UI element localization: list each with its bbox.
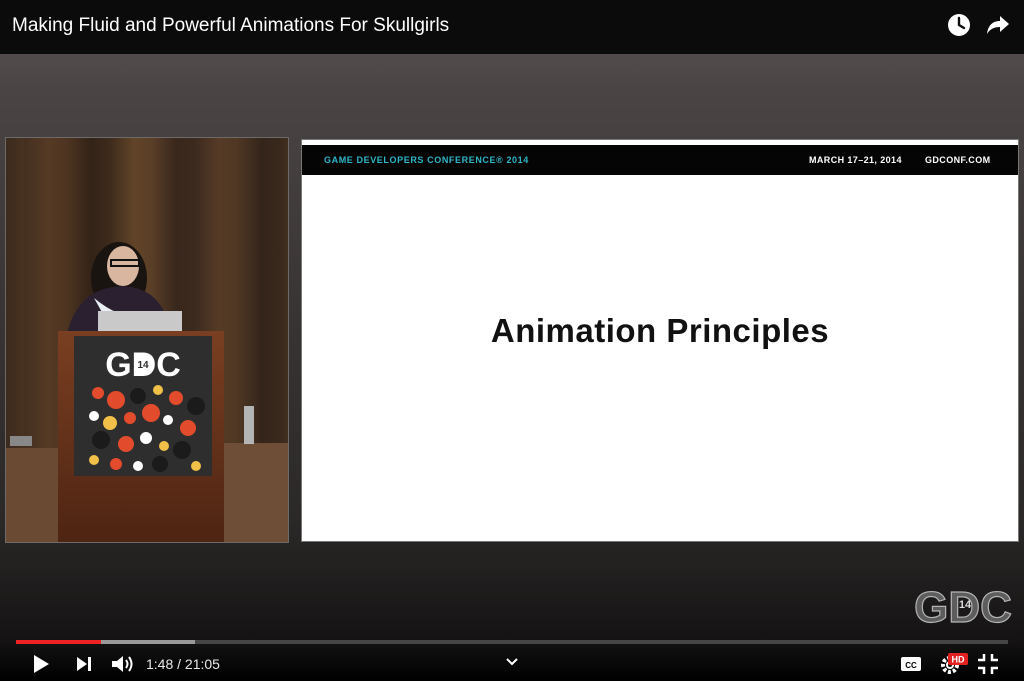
gdc-watermark-logo: GDC 14 <box>914 582 1013 632</box>
captions-icon[interactable]: CC <box>900 655 922 673</box>
top-bar: Making Fluid and Powerful Animations For… <box>0 0 1024 54</box>
slide-title: Animation Principles <box>490 312 830 349</box>
slide-dates: MARCH 17–21, 2014 <box>809 155 902 165</box>
slide-conference-name: GAME DEVELOPERS CONFERENCE® 2014 <box>324 155 529 165</box>
podium-logo-number: 14 <box>137 360 149 371</box>
exit-fullscreen-icon[interactable] <box>977 653 999 675</box>
hd-badge: HD <box>948 653 968 665</box>
next-icon[interactable] <box>74 655 94 673</box>
chevron-down-icon[interactable] <box>505 657 519 667</box>
time-separator: / <box>173 656 185 672</box>
progress-bar[interactable] <box>16 640 1008 644</box>
speaker-scene: GDC 14 <box>6 138 288 542</box>
video-title[interactable]: Making Fluid and Powerful Animations For… <box>12 14 449 38</box>
current-time: 1:48 <box>146 656 174 672</box>
play-icon[interactable] <box>30 654 52 674</box>
slide-header: GAME DEVELOPERS CONFERENCE® 2014 MARCH 1… <box>302 145 1018 175</box>
duration: 21:05 <box>184 656 220 672</box>
slide-website: GDCONF.COM <box>925 155 991 165</box>
svg-text:CC: CC <box>905 661 917 670</box>
progress-played <box>16 640 101 644</box>
share-icon[interactable] <box>985 12 1011 38</box>
time-display: 1:48 / 21:05 <box>146 655 220 673</box>
speaker-video: GDC 14 <box>5 137 289 543</box>
volume-icon[interactable] <box>110 653 136 675</box>
hd-badge-text: HD <box>952 655 965 665</box>
presentation-slide: GAME DEVELOPERS CONFERENCE® 2014 MARCH 1… <box>301 139 1019 542</box>
watermark-number: 14 <box>959 599 972 611</box>
clock-icon[interactable] <box>946 12 972 38</box>
video-player[interactable]: Making Fluid and Powerful Animations For… <box>0 0 1024 681</box>
